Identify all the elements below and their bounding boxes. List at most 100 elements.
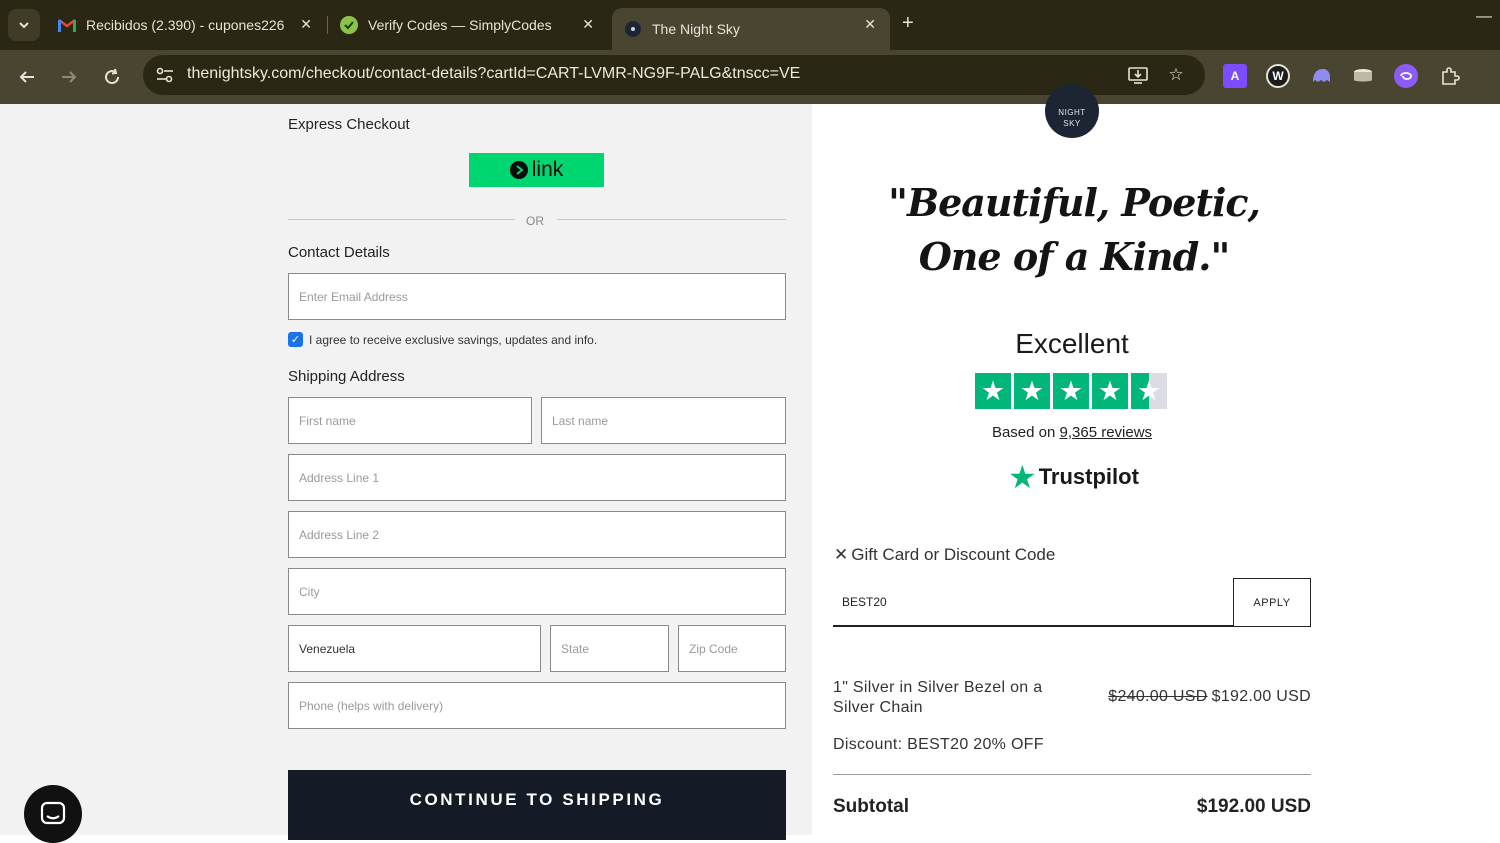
extension-a-icon[interactable]: A: [1223, 64, 1247, 88]
chat-launcher-button[interactable]: [24, 785, 82, 843]
trustpilot-star-icon: ★: [1008, 459, 1037, 495]
chevron-down-icon: [19, 22, 29, 29]
phone-field[interactable]: [288, 682, 786, 729]
sale-price: $192.00 USD: [1211, 688, 1311, 705]
close-tab-icon[interactable]: ✕: [582, 16, 594, 33]
bookmark-star-icon[interactable]: ☆: [1164, 63, 1188, 87]
subtotal-value: $192.00 USD: [1196, 796, 1311, 817]
url-text[interactable]: thenightsky.com/checkout/contact-details…: [187, 65, 800, 83]
play-arrow-icon: [509, 161, 528, 179]
order-summary-panel: NIGHT SKY "Beautiful, Poetic, One of a K…: [812, 84, 1500, 835]
logo-text-line1: NIGHT: [1058, 108, 1086, 117]
extensions-puzzle-icon[interactable]: [1438, 64, 1462, 88]
star-icon: ★: [975, 373, 1011, 409]
tab-search-button[interactable]: [8, 9, 40, 41]
logo-text-line2: SKY: [1063, 119, 1081, 128]
consent-checkbox[interactable]: ✓: [288, 332, 303, 347]
reload-icon: [105, 68, 120, 85]
extension-swirl-icon[interactable]: [1394, 64, 1418, 88]
extension-w-icon[interactable]: W: [1266, 64, 1290, 88]
address-line-1-input[interactable]: [289, 455, 785, 500]
tab-night-sky[interactable]: The Night Sky ✕: [612, 8, 890, 50]
extension-cup-icon[interactable]: [1351, 64, 1375, 88]
link-pay-button[interactable]: link: [469, 153, 604, 187]
city-input[interactable]: [289, 569, 785, 614]
night-sky-logo[interactable]: NIGHT SKY: [1045, 84, 1099, 138]
first-name-input[interactable]: [289, 398, 531, 443]
discount-code-toggle[interactable]: ✕ Gift Card or Discount Code: [834, 545, 1055, 565]
discount-code-field[interactable]: [833, 579, 1234, 627]
email-field[interactable]: [288, 273, 786, 320]
country-field[interactable]: [288, 625, 541, 672]
star-icon: ★: [1092, 373, 1128, 409]
last-name-field[interactable]: [541, 397, 786, 444]
testimonial-quote: "Beautiful, Poetic, One of a Kind.": [874, 176, 1274, 284]
line-item-name: 1" Silver in Silver Bezel on a Silver Ch…: [833, 679, 1043, 716]
star-icon: ★: [1053, 373, 1089, 409]
back-button[interactable]: [14, 64, 40, 90]
reload-button[interactable]: [99, 64, 125, 90]
last-name-input[interactable]: [542, 398, 785, 443]
new-tab-button[interactable]: +: [902, 12, 914, 35]
state-field[interactable]: [550, 625, 669, 672]
simplycodes-icon: [340, 16, 358, 34]
divider: [557, 219, 786, 220]
divider: [833, 774, 1311, 775]
checkout-form-panel: Express Checkout link OR Contact Details…: [0, 104, 812, 843]
close-icon: ✕: [834, 545, 849, 564]
quote-line-1: "Beautiful, Poetic,: [888, 180, 1261, 225]
phone-input[interactable]: [289, 683, 785, 728]
star-icon: ★: [1014, 373, 1050, 409]
line-item-price: $240.00 USD $192.00 USD: [1108, 688, 1311, 706]
address-line-2-input[interactable]: [289, 512, 785, 557]
city-field[interactable]: [288, 568, 786, 615]
original-price: $240.00 USD: [1108, 688, 1208, 705]
nightsky-icon: [624, 20, 642, 38]
state-input[interactable]: [551, 626, 668, 671]
divider: [288, 219, 515, 220]
zip-code-input[interactable]: [679, 626, 785, 671]
checkout-page: Express Checkout link OR Contact Details…: [0, 84, 1500, 843]
rating-word: Excellent: [1015, 328, 1129, 359]
discount-code-input[interactable]: [833, 579, 1234, 625]
tab-title: Verify Codes — SimplyCodes: [368, 17, 552, 33]
link-pay-label: link: [531, 158, 564, 181]
email-input[interactable]: [289, 274, 785, 319]
half-star-icon: ★: [1131, 373, 1167, 409]
close-tab-icon[interactable]: ✕: [864, 16, 876, 33]
first-name-field[interactable]: [288, 397, 532, 444]
tab-simplycodes[interactable]: Verify Codes — SimplyCodes ✕: [328, 8, 608, 42]
express-checkout-heading: Express Checkout: [288, 116, 410, 133]
install-app-icon[interactable]: [1126, 63, 1150, 87]
subtotal-label: Subtotal: [833, 796, 909, 817]
or-separator-text: OR: [526, 214, 544, 228]
quote-line-2: One of a Kind.": [918, 234, 1231, 279]
applied-discount-text: Discount: BEST20 20% OFF: [833, 736, 1044, 753]
consent-label: I agree to receive exclusive savings, up…: [309, 332, 598, 347]
address-bar[interactable]: thenightsky.com/checkout/contact-details…: [143, 55, 1205, 95]
zip-code-field[interactable]: [678, 625, 786, 672]
browser-toolbar: thenightsky.com/checkout/contact-details…: [0, 50, 1500, 104]
tab-gmail[interactable]: Recibidos (2.390) - cupones226 ✕: [46, 8, 326, 42]
forward-button[interactable]: [56, 64, 82, 90]
contact-details-heading: Contact Details: [288, 244, 390, 261]
minimize-window-button[interactable]: —: [1476, 8, 1492, 26]
close-tab-icon[interactable]: ✕: [300, 16, 312, 33]
browser-tab-bar: Recibidos (2.390) - cupones226 ✕ Verify …: [0, 0, 1500, 50]
site-info-icon[interactable]: [153, 63, 177, 87]
address-line-2-field[interactable]: [288, 511, 786, 558]
shipping-address-heading: Shipping Address: [288, 368, 405, 385]
apply-code-button[interactable]: APPLY: [1233, 578, 1311, 627]
based-on-label: Based on: [991, 424, 1060, 441]
trustpilot-wordmark: Trustpilot: [1038, 464, 1139, 489]
chat-icon: [40, 801, 66, 825]
reviews-link[interactable]: 9,365 reviews: [1060, 424, 1153, 441]
continue-to-shipping-button[interactable]: CONTINUE TO SHIPPING: [288, 770, 786, 840]
marketing-consent[interactable]: ✓ I agree to receive exclusive savings, …: [288, 332, 597, 347]
address-line-1-field[interactable]: [288, 454, 786, 501]
tab-title: Recibidos (2.390) - cupones226: [86, 17, 284, 33]
extension-ghost-icon[interactable]: [1309, 64, 1333, 88]
country-input[interactable]: [289, 626, 540, 671]
trustpilot-logo[interactable]: ★ Trustpilot: [1008, 461, 1139, 493]
arrow-right-icon: [62, 71, 77, 83]
